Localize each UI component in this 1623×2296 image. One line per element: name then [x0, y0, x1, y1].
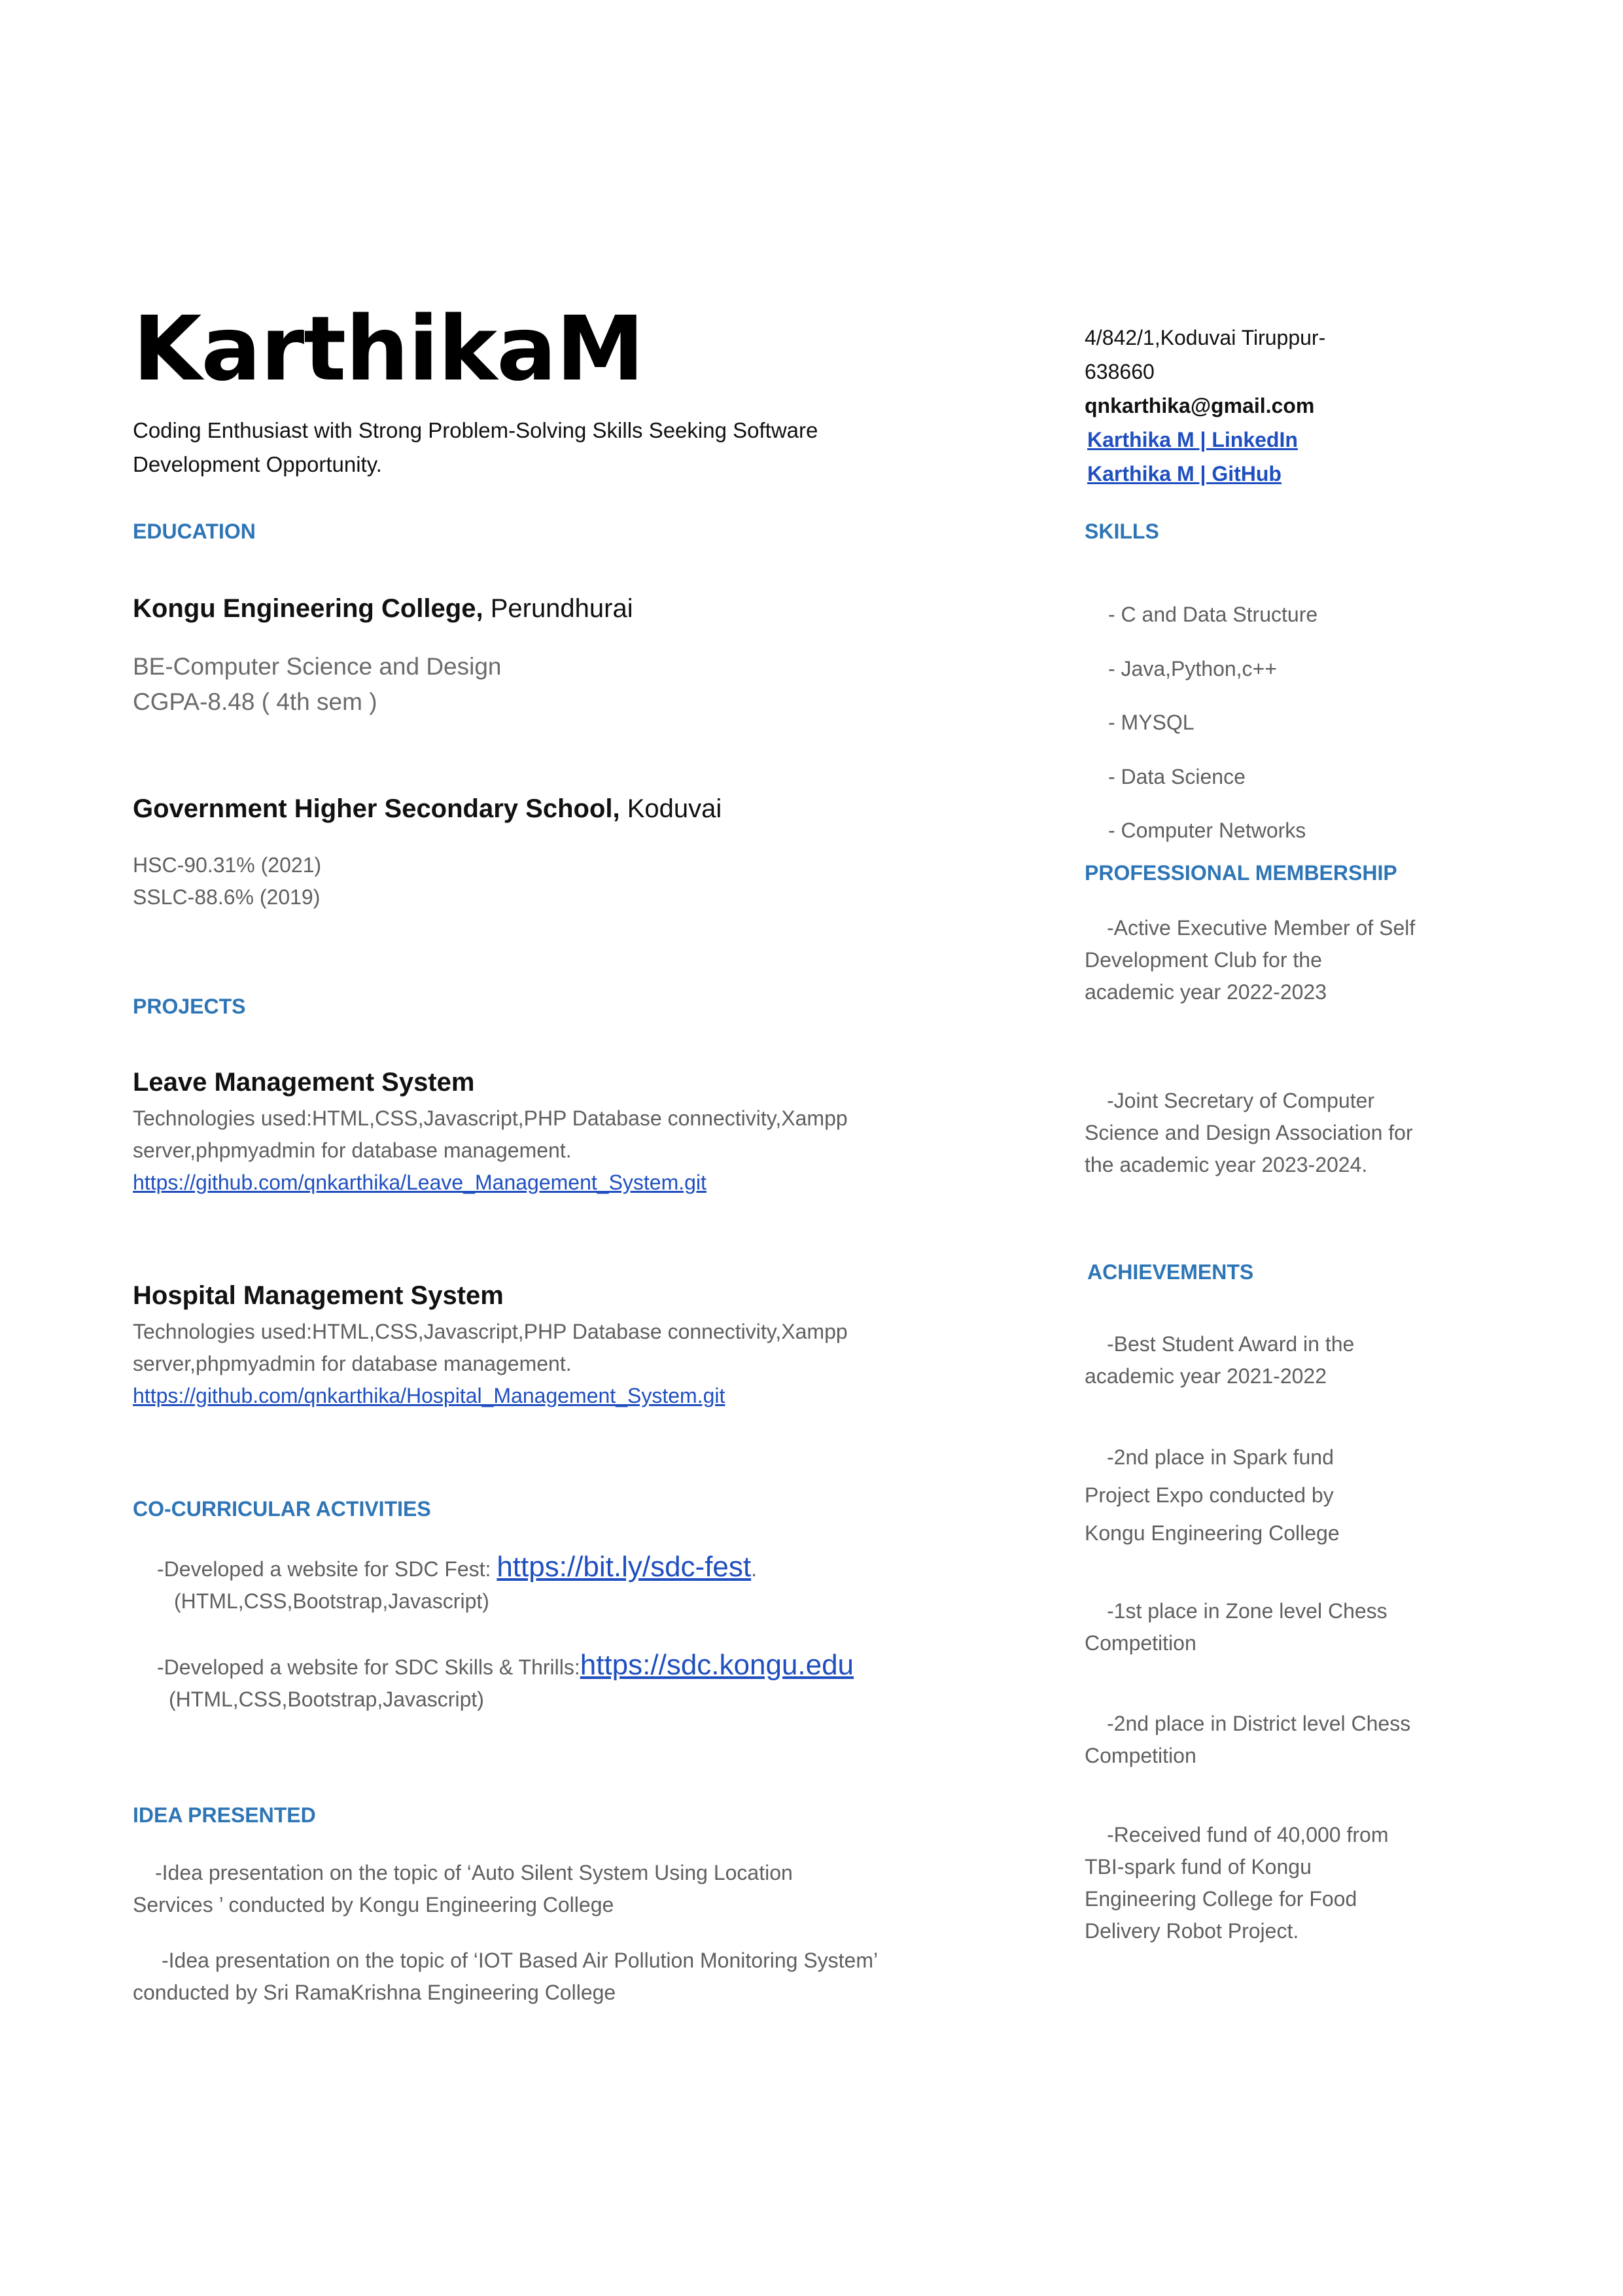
achievements-heading: ACHIEVEMENTS: [1087, 1260, 1254, 1284]
achievement-item: -2nd place in Spark fund Project Expo co…: [1085, 1438, 1340, 1552]
activity-link[interactable]: https://sdc.kongu.edu: [580, 1649, 854, 1681]
contact-block: 4/842/1,Koduvai Tiruppur- 638660 qnkarth…: [1085, 321, 1325, 491]
activity-item: -Developed a website for SDC Skills & Th…: [157, 1649, 854, 1716]
candidate-name: KarthikaM: [133, 298, 644, 401]
education-heading: EDUCATION: [133, 520, 256, 543]
activity-text: -Developed a website for SDC Skills & Th…: [157, 1655, 580, 1679]
achievement-line: Competition: [1085, 1631, 1196, 1655]
activity-text: -Developed a website for SDC Fest:: [157, 1557, 497, 1581]
idea-line: conducted by Sri RamaKrishna Engineering…: [133, 1981, 616, 2004]
ideas-heading: IDEA PRESENTED: [133, 1803, 316, 1827]
skill-item: - Computer Networks: [1108, 819, 1306, 842]
project-repo-link[interactable]: https://github.com/qnkarthika/Leave_Mana…: [133, 1171, 707, 1194]
email[interactable]: qnkarthika@gmail.com: [1085, 389, 1325, 423]
linkedin-link[interactable]: Karthika M | LinkedIn: [1087, 428, 1298, 451]
project-tech: Technologies used:HTML,CSS,Javascript,PH…: [133, 1103, 848, 1199]
achievement-line: TBI-spark fund of Kongu: [1085, 1855, 1312, 1879]
college-place: Perundhurai: [483, 594, 633, 623]
skill-item: - Data Science: [1108, 764, 1246, 788]
project-tech: Technologies used:HTML,CSS,Javascript,PH…: [133, 1316, 848, 1412]
tagline: Coding Enthusiast with Strong Problem-So…: [133, 414, 818, 482]
achievement-line: Kongu Engineering College: [1085, 1521, 1340, 1545]
membership-line: -Joint Secretary of Computer: [1107, 1089, 1375, 1112]
project-repo-link[interactable]: https://github.com/qnkarthika/Hospital_M…: [133, 1384, 725, 1407]
achievement-item: -Best Student Award in the academic year…: [1085, 1328, 1354, 1392]
school-title: Government Higher Secondary School, Kodu…: [133, 794, 722, 824]
achievement-item: -2nd place in District level Chess Compe…: [1085, 1708, 1410, 1772]
cocurricular-heading: CO-CURRICULAR ACTIVITIES: [133, 1497, 431, 1521]
project-tech-line: server,phpmyadmin for database managemen…: [133, 1352, 572, 1375]
address-line: 638660: [1085, 360, 1155, 383]
activity-stack: (HTML,CSS,Bootstrap,Javascript): [169, 1687, 484, 1711]
github-link[interactable]: Karthika M | GitHub: [1087, 462, 1282, 486]
activity-suffix: .: [751, 1557, 758, 1581]
idea-item: -Idea presentation on the topic of ‘IOT …: [133, 1945, 878, 2009]
skill-item: - MYSQL: [1108, 711, 1195, 734]
degree: BE-Computer Science and Design: [133, 653, 502, 680]
project-tech-line: server,phpmyadmin for database managemen…: [133, 1139, 572, 1162]
cgpa: CGPA-8.48 ( 4th sem ): [133, 688, 377, 715]
achievement-line: -Best Student Award in the: [1107, 1332, 1355, 1356]
achievement-line: Competition: [1085, 1744, 1196, 1767]
achievement-line: -2nd place in District level Chess: [1107, 1712, 1411, 1735]
membership-line: the academic year 2023-2024.: [1085, 1153, 1368, 1176]
achievement-line: -Received fund of 40,000 from: [1107, 1823, 1389, 1846]
membership-item: -Joint Secretary of Computer Science and…: [1085, 1085, 1413, 1181]
project-title: Leave Management System: [133, 1068, 475, 1097]
idea-line: Services ’ conducted by Kongu Engineerin…: [133, 1893, 614, 1916]
idea-line: -Idea presentation on the topic of ‘Auto…: [155, 1861, 793, 1884]
tagline-line: Development Opportunity.: [133, 452, 382, 476]
membership-line: academic year 2022-2023: [1085, 980, 1327, 1004]
school-details: HSC-90.31% (2021) SSLC-88.6% (2019): [133, 849, 321, 913]
project-item: Leave Management System Technologies use…: [133, 1068, 848, 1199]
achievement-line: academic year 2021-2022: [1085, 1364, 1327, 1388]
project-tech-line: Technologies used:HTML,CSS,Javascript,PH…: [133, 1320, 848, 1343]
projects-heading: PROJECTS: [133, 995, 246, 1018]
skills-heading: SKILLS: [1085, 520, 1159, 543]
membership-item: -Active Executive Member of Self Develop…: [1085, 912, 1415, 1008]
activity-item: -Developed a website for SDC Fest: https…: [157, 1551, 757, 1617]
membership-line: Science and Design Association for: [1085, 1121, 1413, 1144]
activity-link[interactable]: https://bit.ly/sdc-fest: [497, 1551, 751, 1583]
activity-stack: (HTML,CSS,Bootstrap,Javascript): [174, 1589, 489, 1613]
address-line: 4/842/1,Koduvai Tiruppur-: [1085, 326, 1326, 349]
membership-line: Development Club for the: [1085, 948, 1322, 972]
project-title: Hospital Management System: [133, 1281, 504, 1310]
hsc-score: HSC-90.31% (2021): [133, 853, 322, 877]
tagline-line: Coding Enthusiast with Strong Problem-So…: [133, 418, 818, 442]
achievement-line: -2nd place in Spark fund: [1107, 1445, 1334, 1469]
membership-line: -Active Executive Member of Self: [1107, 916, 1416, 940]
achievement-item: -1st place in Zone level Chess Competiti…: [1085, 1595, 1387, 1659]
sslc-score: SSLC-88.6% (2019): [133, 885, 321, 909]
achievement-line: Engineering College for Food: [1085, 1887, 1357, 1911]
school-place: Koduvai: [620, 794, 722, 823]
achievement-line: -1st place in Zone level Chess: [1107, 1599, 1387, 1623]
skill-item: - C and Data Structure: [1108, 603, 1318, 626]
achievement-line: Delivery Robot Project.: [1085, 1919, 1299, 1943]
project-item: Hospital Management System Technologies …: [133, 1281, 848, 1412]
project-tech-line: Technologies used:HTML,CSS,Javascript,PH…: [133, 1106, 848, 1130]
college-details: BE-Computer Science and Design CGPA-8.48…: [133, 649, 502, 720]
skills-list: - C and Data Structure - Java,Python,c++…: [1108, 588, 1318, 858]
membership-heading: PROFESSIONAL MEMBERSHIP: [1085, 861, 1397, 885]
school-name: Government Higher Secondary School,: [133, 794, 620, 823]
achievement-line: Project Expo conducted by: [1085, 1483, 1334, 1507]
skill-item: - Java,Python,c++: [1108, 656, 1277, 680]
idea-line: -Idea presentation on the topic of ‘IOT …: [162, 1949, 879, 1972]
college-title: Kongu Engineering College, Perundhurai: [133, 594, 633, 624]
college-name: Kongu Engineering College,: [133, 594, 483, 623]
idea-item: -Idea presentation on the topic of ‘Auto…: [133, 1857, 793, 1921]
achievement-item: -Received fund of 40,000 from TBI-spark …: [1085, 1819, 1388, 1947]
